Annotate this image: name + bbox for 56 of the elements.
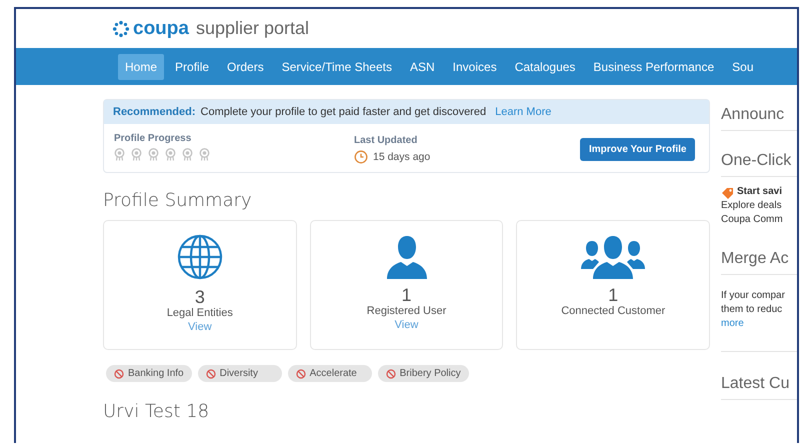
nav-tab[interactable]: ASN <box>402 54 442 80</box>
last-updated-value: 15 days ago <box>373 151 430 163</box>
view-link[interactable]: View <box>394 319 418 331</box>
learn-more-link[interactable]: Learn More <box>495 106 552 118</box>
customer-title: Urvi Test 18 <box>103 401 210 422</box>
summary-label: Legal Entities <box>166 307 233 319</box>
sidebar-heading: Announc <box>721 99 797 131</box>
medal-icon <box>148 148 159 161</box>
sidebar-heading: Latest Cu <box>721 368 797 400</box>
medal-icon <box>199 148 210 161</box>
globe-icon <box>176 233 224 281</box>
prohibited-icon <box>114 368 124 378</box>
logo-product-name: supplier portal <box>196 18 310 39</box>
prohibited-icon <box>206 368 216 378</box>
promo-title: Start savi <box>737 185 782 199</box>
nav-tab[interactable]: Business Performance <box>586 54 722 80</box>
summary-label: Connected Customer <box>561 305 666 317</box>
promo-text: Explore deals <box>721 199 783 213</box>
chip-label: Banking Info <box>128 368 184 379</box>
summary-count: 1 <box>608 285 618 305</box>
section-title: Profile Summary <box>103 190 253 211</box>
summary-count: 1 <box>402 285 412 305</box>
more-link[interactable]: more <box>721 318 744 329</box>
chip-label: Accelerate <box>310 368 357 379</box>
summary-count: 3 <box>194 287 205 307</box>
prohibited-icon <box>386 368 396 378</box>
nav-tab[interactable]: Sou <box>725 54 761 80</box>
sidebar-heading: Merge Ac <box>721 243 797 275</box>
sidebar-text: If your compar <box>721 289 786 303</box>
prohibited-icon <box>296 368 306 378</box>
view-link[interactable]: View <box>188 321 212 333</box>
last-updated-label: Last Updated <box>354 135 418 146</box>
sidebar-heading: One-Click <box>721 145 797 177</box>
summary-label: Registered User <box>366 305 446 317</box>
logo-wordmark: coupa <box>133 18 189 40</box>
recommendation-text: Complete your profile to get paid faster and get discovered <box>200 106 486 118</box>
medal-icon <box>182 148 193 161</box>
tag-icon <box>721 186 734 198</box>
improve-profile-button[interactable]: Improve Your Profile <box>580 138 696 161</box>
sidebar-text: them to reduc <box>721 303 784 317</box>
promo-text: Coupa Comm <box>721 213 784 227</box>
nav-tab[interactable]: Service/Time Sheets <box>274 54 399 80</box>
medal-icon <box>165 148 176 161</box>
people-group-icon <box>581 233 646 279</box>
clock-icon <box>354 150 368 164</box>
chip-label: Bribery Policy <box>400 368 461 379</box>
logo-icon <box>112 20 130 38</box>
recommendation-label: Recommended: <box>113 106 196 118</box>
nav-tab[interactable]: Catalogues <box>508 54 582 80</box>
nav-tab[interactable]: Profile <box>168 54 216 80</box>
chip-label: Diversity <box>220 368 258 379</box>
nav-tab[interactable]: Invoices <box>446 54 504 80</box>
medal-icon <box>131 148 142 161</box>
progress-label: Profile Progress <box>114 133 192 144</box>
nav-tab[interactable]: Orders <box>220 54 271 80</box>
medal-icon <box>114 148 125 161</box>
